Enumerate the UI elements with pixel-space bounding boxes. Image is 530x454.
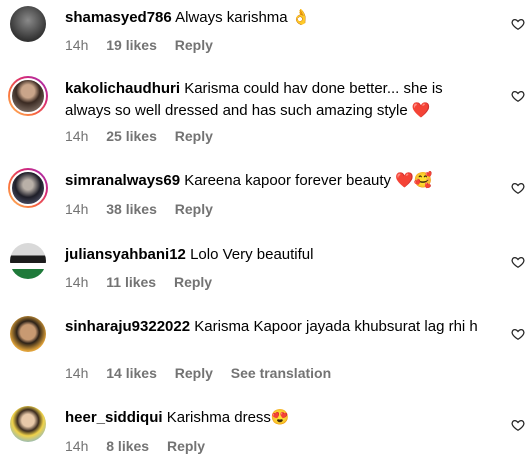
avatar[interactable] xyxy=(8,314,48,354)
heart-outline-icon[interactable] xyxy=(511,255,525,269)
comment-body: Always karishma 👌 xyxy=(175,9,311,26)
reply-button[interactable]: Reply xyxy=(175,201,213,217)
comment-username[interactable]: juliansyahbani12 xyxy=(65,246,186,263)
reply-button[interactable]: Reply xyxy=(167,438,205,454)
comment-time[interactable]: 14h xyxy=(65,438,88,454)
comment-time[interactable]: 14h xyxy=(65,37,88,53)
comment-body: Lolo Very beautiful xyxy=(190,246,314,263)
comment-username[interactable]: simranalways69 xyxy=(65,172,180,189)
reply-button[interactable]: Reply xyxy=(175,128,213,144)
comment-meta: 14h 38 likes Reply xyxy=(65,201,227,217)
heart-outline-icon[interactable] xyxy=(511,181,525,195)
comment-text: juliansyahbani12 Lolo Very beautiful xyxy=(65,244,485,266)
comment-body: Karisma Kapoor jayada khubsurat lag rhi … xyxy=(194,318,478,335)
heart-outline-icon[interactable] xyxy=(511,327,525,341)
comment-body: Karishma dress😍 xyxy=(166,409,290,426)
comment-text: shamasyed786 Always karishma 👌 xyxy=(65,7,485,29)
comment-item: simranalways69 Kareena kapoor forever be… xyxy=(0,160,530,230)
avatar[interactable] xyxy=(8,76,48,116)
comment-text: simranalways69 Kareena kapoor forever be… xyxy=(65,170,485,192)
heart-outline-icon[interactable] xyxy=(511,17,525,31)
comment-username[interactable]: heer_siddiqui xyxy=(65,409,163,426)
reply-button[interactable]: Reply xyxy=(174,274,212,290)
comment-username[interactable]: shamasyed786 xyxy=(65,9,172,26)
comment-text: heer_siddiqui Karishma dress😍 xyxy=(65,407,485,429)
comment-item: sinharaju9322022 Karisma Kapoor jayada k… xyxy=(0,308,530,390)
comment-likes[interactable]: 25 likes xyxy=(106,128,157,144)
avatar[interactable] xyxy=(8,4,48,44)
comment-meta: 14h 14 likes Reply See translation xyxy=(65,365,345,381)
comment-username[interactable]: sinharaju9322022 xyxy=(65,318,190,335)
comment-text: sinharaju9322022 Karisma Kapoor jayada k… xyxy=(65,316,495,338)
comment-username[interactable]: kakolichaudhuri xyxy=(65,80,180,97)
comment-time[interactable]: 14h xyxy=(65,274,88,290)
heart-outline-icon[interactable] xyxy=(511,418,525,432)
comment-likes[interactable]: 11 likes xyxy=(106,274,156,290)
heart-outline-icon[interactable] xyxy=(511,89,525,103)
comment-meta: 14h 11 likes Reply xyxy=(65,274,226,290)
comment-meta: 14h 8 likes Reply xyxy=(65,438,219,454)
avatar[interactable] xyxy=(8,168,48,208)
comment-likes[interactable]: 14 likes xyxy=(106,365,157,381)
comment-meta: 14h 25 likes Reply xyxy=(65,128,227,144)
avatar[interactable] xyxy=(8,404,48,444)
comment-item: shamasyed786 Always karishma 👌 14h 19 li… xyxy=(0,0,530,60)
comment-meta: 14h 19 likes Reply xyxy=(65,37,227,53)
comment-body: Kareena kapoor forever beauty ❤️🥰 xyxy=(184,172,433,189)
comment-likes[interactable]: 8 likes xyxy=(106,438,149,454)
comment-item: heer_siddiqui Karishma dress😍 14h 8 like… xyxy=(0,396,530,454)
comment-likes[interactable]: 19 likes xyxy=(106,37,157,53)
reply-button[interactable]: Reply xyxy=(175,37,213,53)
comment-item: kakolichaudhuri Karisma could hav done b… xyxy=(0,70,530,150)
comment-time[interactable]: 14h xyxy=(65,365,88,381)
comment-time[interactable]: 14h xyxy=(65,128,88,144)
comment-likes[interactable]: 38 likes xyxy=(106,201,157,217)
comment-time[interactable]: 14h xyxy=(65,201,88,217)
comment-text: kakolichaudhuri Karisma could hav done b… xyxy=(65,78,485,122)
comment-item: juliansyahbani12 Lolo Very beautiful 14h… xyxy=(0,234,530,304)
avatar[interactable] xyxy=(8,241,48,281)
reply-button[interactable]: Reply xyxy=(175,365,213,381)
see-translation-button[interactable]: See translation xyxy=(231,365,331,381)
